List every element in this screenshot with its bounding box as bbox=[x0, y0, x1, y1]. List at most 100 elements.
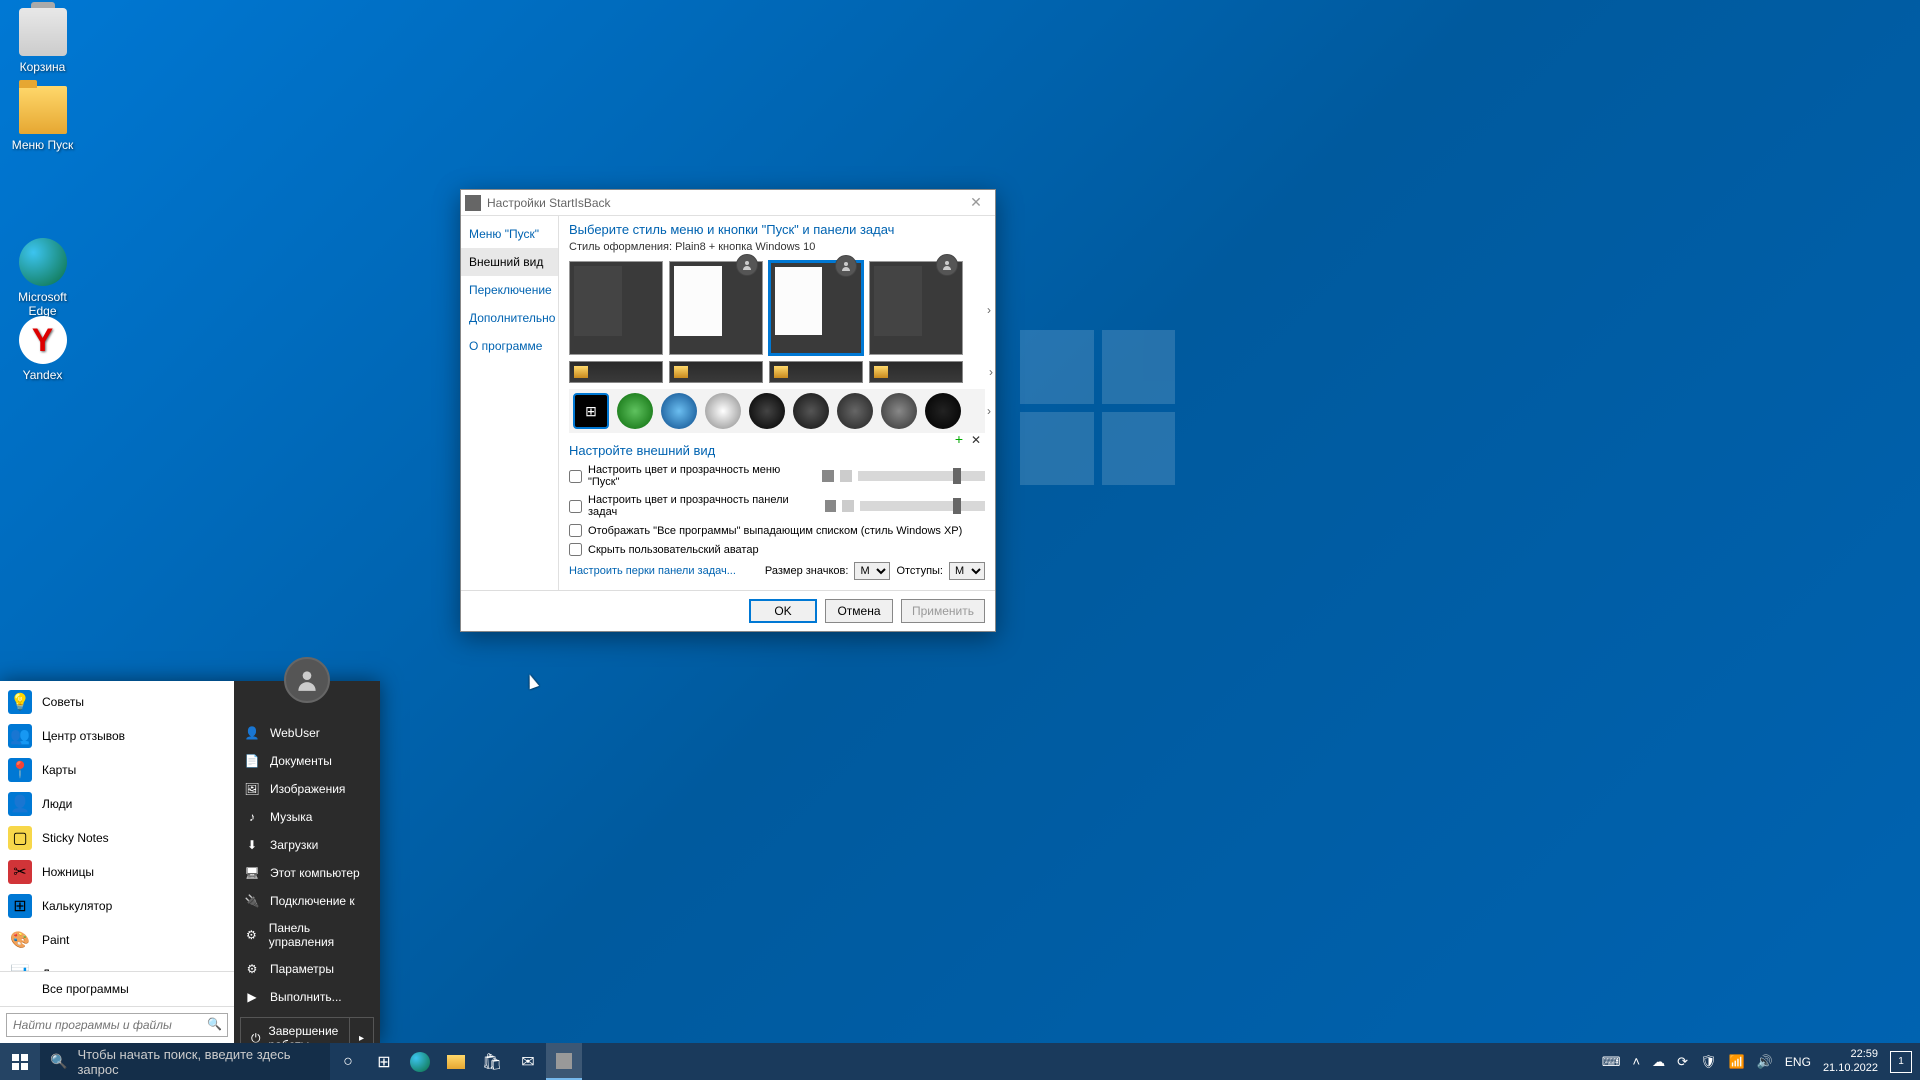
slider-taskbar-opacity[interactable] bbox=[860, 501, 985, 511]
taskbar-thumb-2[interactable] bbox=[669, 361, 763, 383]
checkbox-taskbar-color[interactable] bbox=[569, 500, 582, 513]
desktop-icon-recycle-bin[interactable]: Корзина bbox=[5, 8, 80, 74]
ok-button[interactable]: OK bbox=[749, 599, 817, 623]
orb-win10[interactable]: ⊞ bbox=[573, 393, 609, 429]
orb-next-arrow[interactable]: › bbox=[987, 404, 991, 418]
orb-gray[interactable] bbox=[881, 393, 917, 429]
start-search-input[interactable] bbox=[6, 1013, 228, 1037]
start-right-item[interactable]: ⚙Параметры bbox=[234, 955, 380, 983]
dialog-nav-item[interactable]: О программе bbox=[461, 332, 558, 360]
style-thumb-3[interactable] bbox=[769, 261, 863, 355]
app-icon: ✂ bbox=[8, 860, 32, 884]
start-search-box[interactable]: 🔍 bbox=[0, 1006, 234, 1043]
start-right-item[interactable]: 🔌Подключение к bbox=[234, 887, 380, 915]
tray-language[interactable]: ENG bbox=[1785, 1055, 1811, 1069]
dialog-nav-item[interactable]: Дополнительно bbox=[461, 304, 558, 332]
tray-network-icon[interactable]: 📶 bbox=[1729, 1054, 1745, 1070]
start-app-item[interactable]: ▢Sticky Notes bbox=[0, 821, 234, 855]
taskbar-perks-link[interactable]: Настроить перки панели задач... bbox=[569, 565, 736, 577]
desktop-icon-edge[interactable]: Microsoft Edge bbox=[5, 238, 80, 318]
taskbar-thumb-3[interactable] bbox=[769, 361, 863, 383]
start-app-item[interactable]: 👤Люди bbox=[0, 787, 234, 821]
start-app-item[interactable]: 📍Карты bbox=[0, 753, 234, 787]
taskbar-search[interactable]: 🔍 Чтобы начать поиск, введите здесь запр… bbox=[40, 1043, 330, 1080]
tray-updates-icon[interactable]: ⟳ bbox=[1677, 1054, 1688, 1070]
color-swatch-2b[interactable] bbox=[842, 500, 854, 512]
all-programs-item[interactable]: Все программы bbox=[0, 971, 234, 1006]
taskbar-settings-app[interactable] bbox=[546, 1043, 582, 1080]
checkbox-hide-avatar[interactable] bbox=[569, 543, 582, 556]
user-avatar[interactable] bbox=[284, 657, 330, 703]
taskbar-thumb-4[interactable] bbox=[869, 361, 963, 383]
orb-dark1[interactable] bbox=[749, 393, 785, 429]
style-thumb-1[interactable] bbox=[569, 261, 663, 355]
start-right-item[interactable]: 👤WebUser bbox=[234, 719, 380, 747]
img-icon: 🖼 bbox=[244, 781, 260, 797]
start-button[interactable] bbox=[0, 1043, 40, 1080]
start-right-item[interactable]: 🖼Изображения bbox=[234, 775, 380, 803]
style-thumb-4[interactable] bbox=[869, 261, 963, 355]
dialog-nav-item[interactable]: Меню "Пуск" bbox=[461, 220, 558, 248]
orb-white[interactable] bbox=[705, 393, 741, 429]
tray-security-icon[interactable]: 🛡 bbox=[1700, 1054, 1717, 1070]
start-app-item[interactable]: 🎨Paint bbox=[0, 923, 234, 957]
start-app-item[interactable]: 📊Диспетчер задач bbox=[0, 957, 234, 971]
start-app-item[interactable]: 💡Советы bbox=[0, 685, 234, 719]
checkbox-xp-style[interactable] bbox=[569, 524, 582, 537]
style-next-arrow[interactable]: › bbox=[985, 301, 993, 319]
dialog-nav: Меню "Пуск"Внешний видПереключениеДополн… bbox=[461, 216, 559, 590]
orb-black[interactable] bbox=[925, 393, 961, 429]
start-right-item[interactable]: ▶Выполнить... bbox=[234, 983, 380, 1011]
cancel-button[interactable]: Отмена bbox=[825, 599, 893, 623]
task-view-button[interactable]: ⊞ bbox=[366, 1043, 402, 1080]
tray-input-indicator[interactable]: ⌨ bbox=[1602, 1054, 1621, 1070]
orb-win7[interactable] bbox=[661, 393, 697, 429]
opt-menu-color: Настроить цвет и прозрачность меню "Пуск… bbox=[569, 464, 985, 488]
indent-select[interactable]: M bbox=[949, 562, 985, 580]
cortana-button[interactable]: ○ bbox=[330, 1043, 366, 1080]
checkbox-menu-color[interactable] bbox=[569, 470, 582, 483]
start-menu: 💡Советы👥Центр отзывов📍Карты👤Люди▢Sticky … bbox=[0, 681, 380, 1043]
tray-chevron-up[interactable]: ˄ bbox=[1633, 1054, 1641, 1069]
dialog-nav-item[interactable]: Внешний вид bbox=[461, 248, 558, 276]
orb-dark3[interactable] bbox=[837, 393, 873, 429]
color-swatch-1a[interactable] bbox=[822, 470, 834, 482]
desktop-icon-start-folder[interactable]: Меню Пуск bbox=[5, 86, 80, 152]
taskbar-thumb-1[interactable] bbox=[569, 361, 663, 383]
orb-add[interactable]: + bbox=[955, 431, 963, 447]
tray-clock[interactable]: 22:59 21.10.2022 bbox=[1823, 1048, 1878, 1074]
start-app-item[interactable]: ✂Ножницы bbox=[0, 855, 234, 889]
doc-icon: 📄 bbox=[244, 753, 260, 769]
right-item-label: Подключение к bbox=[270, 894, 355, 908]
close-button[interactable]: ✕ bbox=[961, 194, 991, 211]
start-right-item[interactable]: ♪Музыка bbox=[234, 803, 380, 831]
slider-menu-opacity[interactable] bbox=[858, 471, 985, 481]
start-right-item[interactable]: ⚙Панель управления bbox=[234, 915, 380, 955]
start-right-item[interactable]: 📄Документы bbox=[234, 747, 380, 775]
taskbar-mail[interactable]: ✉ bbox=[510, 1043, 546, 1080]
start-app-item[interactable]: 👥Центр отзывов bbox=[0, 719, 234, 753]
orb-remove[interactable]: ✕ bbox=[971, 433, 981, 447]
taskbar-explorer[interactable] bbox=[438, 1043, 474, 1080]
taskbar-next-arrow[interactable]: › bbox=[989, 365, 993, 379]
action-center-button[interactable]: 1 bbox=[1890, 1051, 1912, 1073]
tray-onedrive-icon[interactable]: ☁ bbox=[1652, 1054, 1665, 1070]
start-app-item[interactable]: ⊞Калькулятор bbox=[0, 889, 234, 923]
dialog-nav-item[interactable]: Переключение bbox=[461, 276, 558, 304]
dialog-titlebar[interactable]: Настройки StartIsBack ✕ bbox=[461, 190, 995, 216]
desktop-icon-yandex[interactable]: Y Yandex bbox=[5, 316, 80, 382]
color-swatch-2a[interactable] bbox=[825, 500, 837, 512]
start-right-item[interactable]: 🖥Этот компьютер bbox=[234, 859, 380, 887]
right-item-label: Музыка bbox=[270, 810, 312, 824]
start-right-item[interactable]: ⬇Загрузки bbox=[234, 831, 380, 859]
orb-dark2[interactable] bbox=[793, 393, 829, 429]
orb-green[interactable] bbox=[617, 393, 653, 429]
tray-volume-icon[interactable]: 🔊 bbox=[1757, 1054, 1773, 1070]
apply-button[interactable]: Применить bbox=[901, 599, 985, 623]
taskbar-edge[interactable] bbox=[402, 1043, 438, 1080]
taskbar-store[interactable]: 🛍 bbox=[474, 1043, 510, 1080]
color-swatch-1b[interactable] bbox=[840, 470, 852, 482]
icon-size-select[interactable]: M bbox=[854, 562, 890, 580]
download-icon: ⬇ bbox=[244, 837, 260, 853]
style-thumb-2[interactable] bbox=[669, 261, 763, 355]
